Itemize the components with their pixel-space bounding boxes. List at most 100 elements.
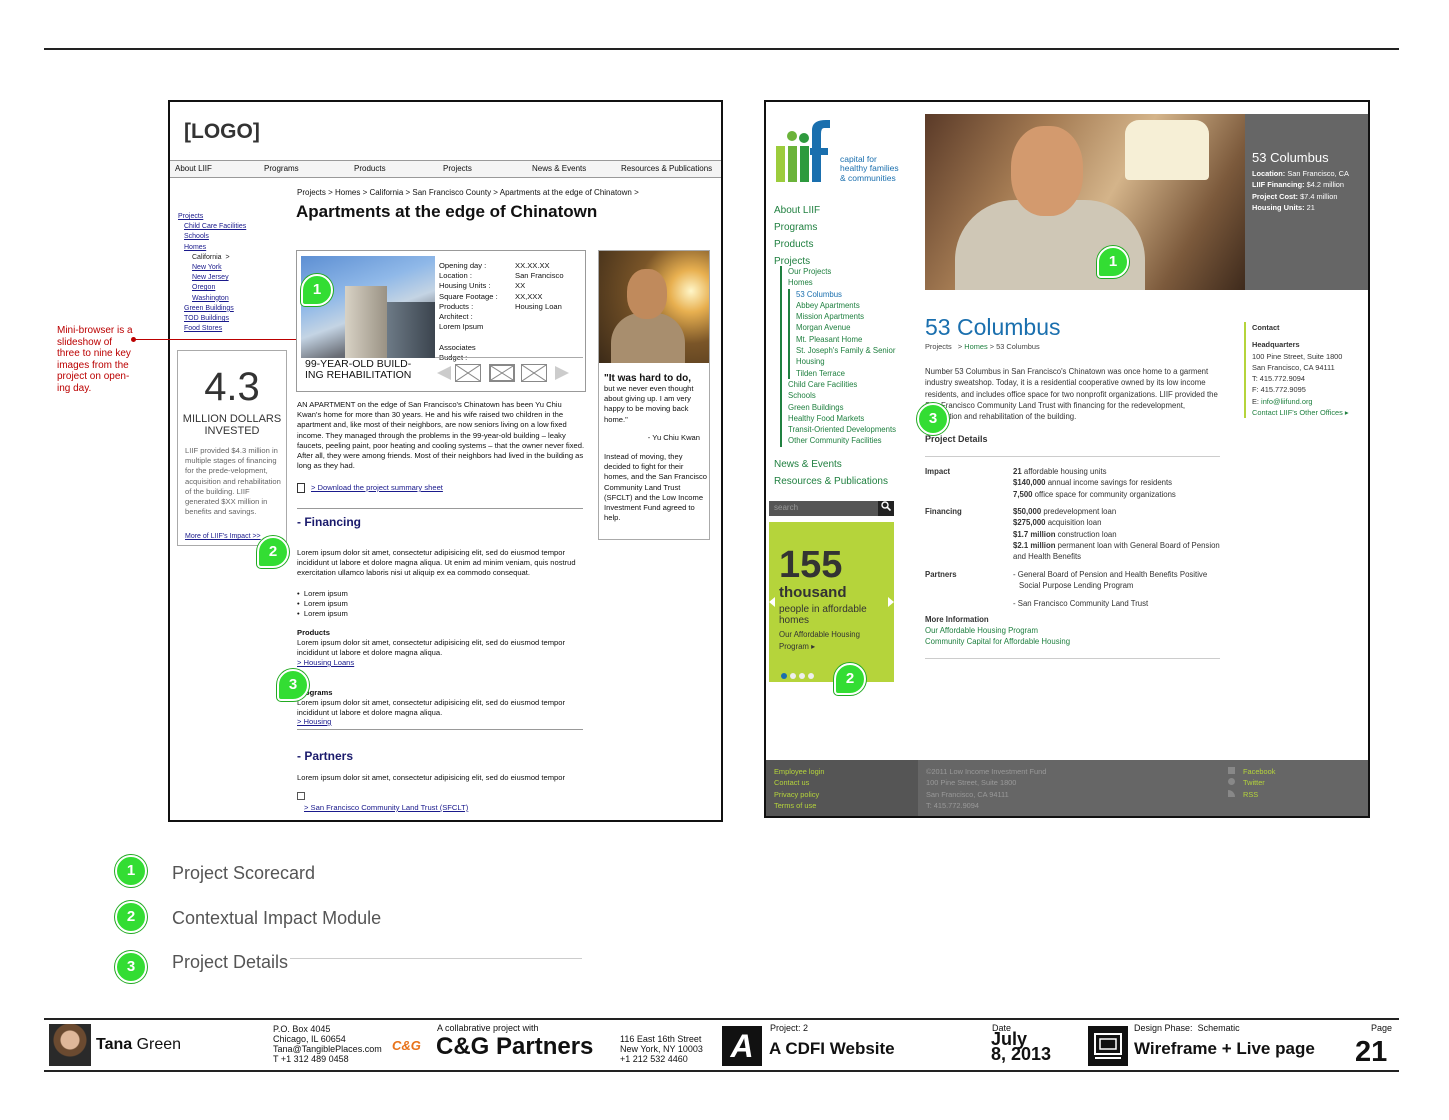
sidebar-item-homes[interactable]: Homes [184, 243, 246, 253]
sidebar-item-child-care[interactable]: Child Care Facilities [184, 222, 246, 232]
housing-link[interactable]: > Housing [297, 717, 331, 727]
footer-link[interactable]: Contact us [774, 777, 825, 788]
sidebar-item-oregon[interactable]: Oregon [192, 283, 246, 293]
wireframe-breadcrumb[interactable]: Projects > Homes > California > San Fran… [297, 188, 639, 197]
detail-value: $1.7 million [1013, 529, 1056, 539]
scorecard-value: 21 [1306, 202, 1315, 212]
detail-text: predevelopment loan [1041, 507, 1117, 516]
nav-item-news[interactable]: News & Events [774, 456, 888, 473]
detail-value: $2.1 million [1013, 540, 1056, 550]
nav-item-news[interactable]: News & Events [532, 164, 586, 173]
promo-number: 155 [779, 544, 843, 586]
subnav-mt-pleasant[interactable]: Mt. Pleasant Home [796, 334, 912, 345]
legend-contextual-impact: Contextual Impact Module [172, 908, 382, 928]
pager-dot-active[interactable] [781, 673, 787, 679]
housing-loans-link[interactable]: > Housing Loans [297, 658, 354, 668]
subnav-tilden[interactable]: Tilden Terrace [796, 368, 912, 379]
nav-item-about[interactable]: About LIIF [175, 164, 212, 173]
pager-dot[interactable] [790, 673, 796, 679]
top-rule [44, 48, 1399, 50]
scorecard-key: Housing Units: [1252, 202, 1305, 212]
nav-item-about[interactable]: About LIIF [774, 202, 820, 219]
facebook-label: Facebook [1243, 767, 1276, 776]
facebook-link[interactable]: Facebook [1228, 766, 1275, 777]
crumb-projects[interactable]: Projects [925, 342, 952, 351]
subnav-mission[interactable]: Mission Apartments [796, 311, 912, 322]
sidebar-item-food[interactable]: Food Stores [184, 324, 246, 334]
pager-dot[interactable] [799, 673, 805, 679]
footer-social: Facebook Twitter RSS [1228, 766, 1275, 800]
quote-module: "It was hard to do, but we never even th… [598, 250, 710, 540]
sidebar-item-tod[interactable]: TOD Buildings [184, 314, 246, 324]
detail-line: 7,500 office space for community organiz… [1013, 489, 1223, 500]
subnav-our-projects[interactable]: Our Projects [788, 266, 912, 277]
subnav-green[interactable]: Green Buildings [788, 402, 912, 413]
subnav-morgan[interactable]: Morgan Avenue [796, 322, 912, 333]
twitter-link[interactable]: Twitter [1228, 777, 1275, 788]
rss-link[interactable]: RSS [1228, 789, 1275, 800]
project-name: A CDFI Website [769, 1039, 895, 1058]
footer-link[interactable]: Terms of use [774, 800, 825, 811]
contact-other-offices-label: Contact LIIF's Other Offices [1252, 408, 1343, 418]
subnav-other[interactable]: Other Community Facilities [788, 435, 912, 446]
nav-item-programs[interactable]: Programs [774, 219, 820, 236]
scorecard-title: 53 Columbus [1252, 150, 1329, 165]
annotation-note: Mini-browser is a slideshow of three to … [57, 325, 133, 394]
nav-item-projects[interactable]: Projects [443, 164, 472, 173]
nav-item-products[interactable]: Products [774, 236, 820, 253]
sidebar-item-new-york[interactable]: New York [192, 263, 246, 273]
sidebar-item-california[interactable]: California > [192, 253, 246, 263]
subnav-homes[interactable]: Homes [788, 277, 912, 288]
legend-badge-2: 2 [115, 901, 147, 933]
more-info-link[interactable]: Community Capital for Affordable Housing [925, 636, 1070, 647]
next-arrow-icon[interactable] [555, 366, 569, 380]
download-link[interactable]: > Download the project summary sheet [297, 483, 585, 493]
contact-address-1: 100 Pine Street, Suite 1800 [1252, 351, 1343, 361]
nav-item-resources[interactable]: Resources & Publications [621, 164, 712, 173]
contact-email-row: E: info@liifund.org [1252, 396, 1364, 407]
caret-right-icon: ▸ [1344, 408, 1349, 418]
subnav-child-care[interactable]: Child Care Facilities [788, 379, 912, 390]
contact-other-offices[interactable]: Contact LIIF's Other Offices ▸ [1252, 407, 1364, 418]
search-icon[interactable] [878, 501, 894, 516]
sidebar-item-schools[interactable]: Schools [184, 232, 246, 242]
footer-link[interactable]: Privacy policy [774, 789, 825, 800]
sidebar-item-green[interactable]: Green Buildings [184, 304, 246, 314]
subnav-abbey[interactable]: Abbey Apartments [796, 300, 912, 311]
sidebar-item-washington[interactable]: Washington [192, 294, 246, 304]
detail-value: $275,000 [1013, 518, 1046, 528]
search-input[interactable]: search [769, 501, 894, 516]
financing-heading[interactable]: - Financing [297, 515, 361, 529]
promo-link[interactable]: Our Affordable Housing Program ▸ [779, 629, 883, 653]
subnav-schools[interactable]: Schools [788, 390, 912, 401]
liif-logo[interactable] [774, 116, 834, 186]
crumb-homes[interactable]: Homes [964, 342, 987, 351]
detail-line: $1.7 million construction loan [1013, 529, 1223, 540]
promo-next-icon[interactable] [888, 597, 894, 607]
partners-heading[interactable]: - Partners [297, 749, 353, 763]
more-info-link[interactable]: Our Affordable Housing Program [925, 625, 1070, 636]
date-value: July 8, 2013 [991, 1030, 1051, 1063]
subnav-transit[interactable]: Transit-Oriented Developments [788, 424, 912, 435]
detail-text: construction loan [1055, 529, 1117, 539]
sidebar-item-new-jersey[interactable]: New Jersey [192, 273, 246, 283]
impact-more-link[interactable]: More of LIIF's Impact >> [185, 533, 261, 540]
scorecard-key: Project Cost: [1252, 191, 1298, 201]
subnav-food[interactable]: Healthy Food Markets [788, 413, 912, 424]
thumbnail[interactable] [455, 364, 481, 382]
nav-item-products[interactable]: Products [354, 164, 386, 173]
promo-prev-icon[interactable] [769, 597, 775, 607]
contact-email[interactable]: info@liifund.org [1261, 397, 1312, 406]
footer-link[interactable]: Employee login [774, 766, 825, 777]
subnav-st-josephs[interactable]: St. Joseph's Family & Senior Housing [796, 345, 912, 368]
thumbnail-active[interactable] [489, 364, 515, 382]
sfclt-link[interactable]: > San Francisco Community Land Trust (SF… [304, 803, 468, 813]
prev-arrow-icon[interactable] [437, 366, 451, 380]
pager-dot[interactable] [808, 673, 814, 679]
sidebar-item-projects[interactable]: Projects [178, 212, 246, 222]
nav-item-programs[interactable]: Programs [264, 164, 299, 173]
subnav-53-columbus[interactable]: 53 Columbus [796, 289, 912, 300]
nav-item-resources[interactable]: Resources & Publications [774, 473, 888, 490]
thumbnail[interactable] [521, 364, 547, 382]
contact-box: Contact Headquarters 100 Pine Street, Su… [1244, 322, 1364, 419]
